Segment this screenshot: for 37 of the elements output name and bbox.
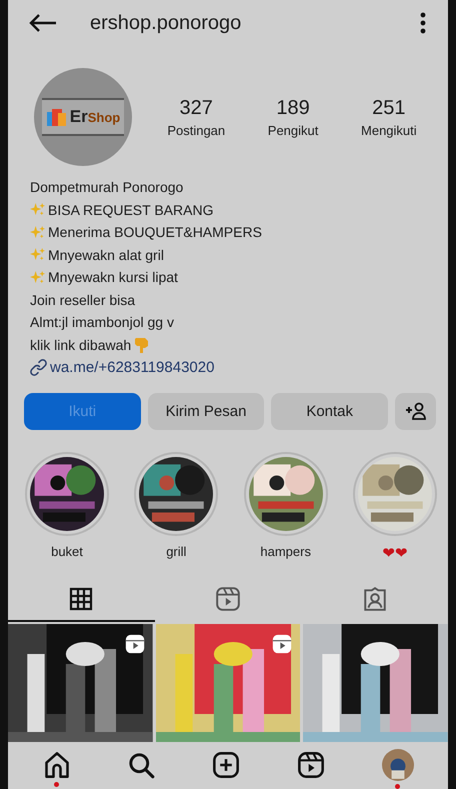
website-link[interactable]: wa.me/+6283119843020 [50, 358, 214, 376]
stat-label: Postingan [167, 122, 226, 138]
bio-text: Mnyewakn kursi lipat [48, 269, 178, 286]
sparkle-icon [30, 224, 45, 240]
more-options-icon[interactable] [420, 12, 426, 34]
add-person-button[interactable] [395, 392, 436, 430]
profile-action-button[interactable]: Kirim Pesan [148, 392, 264, 430]
highlight-label: grill [166, 544, 186, 558]
stat-label: Pengikut [268, 122, 318, 138]
highlight-label: buket [51, 544, 83, 558]
bio-text: Mnyewakn alat gril [48, 246, 164, 263]
stat-label: Mengikuti [361, 122, 417, 138]
bag-icon [46, 106, 68, 128]
stat-count: 251 [372, 96, 406, 120]
hand-pointing-down-icon [134, 336, 150, 354]
highlight-label: ❤❤ [382, 544, 408, 562]
profile-username: ershop.ponorogo [90, 12, 242, 34]
reels-icon [215, 586, 241, 612]
stat-count: 327 [180, 96, 213, 120]
back-icon[interactable] [28, 13, 58, 33]
logo-text: ErShop [70, 107, 120, 127]
bio-text: Join reseller bisa [30, 292, 136, 308]
sparkle-icon [30, 270, 45, 285]
stat-count: 189 [276, 96, 310, 120]
highlight-label: hampers [260, 544, 311, 558]
bio-text: Menerima BOUQUET&HAMPERS [48, 224, 262, 240]
link-icon [30, 358, 47, 376]
bio-text: Dompetmurah Ponorogo [30, 179, 184, 196]
grid-icon [69, 586, 94, 610]
sparkle-icon [30, 247, 45, 262]
bio-text: klik link dibawah [30, 336, 132, 353]
add-person-icon [404, 402, 427, 420]
profile-action-button[interactable]: Kontak [271, 392, 388, 430]
sparkle-icon [30, 202, 45, 218]
bio-text: Almt:jl imambonjol gg v [30, 314, 174, 330]
person-tag-icon [362, 586, 388, 612]
bio-text: BISA REQUEST BARANG [48, 202, 214, 218]
